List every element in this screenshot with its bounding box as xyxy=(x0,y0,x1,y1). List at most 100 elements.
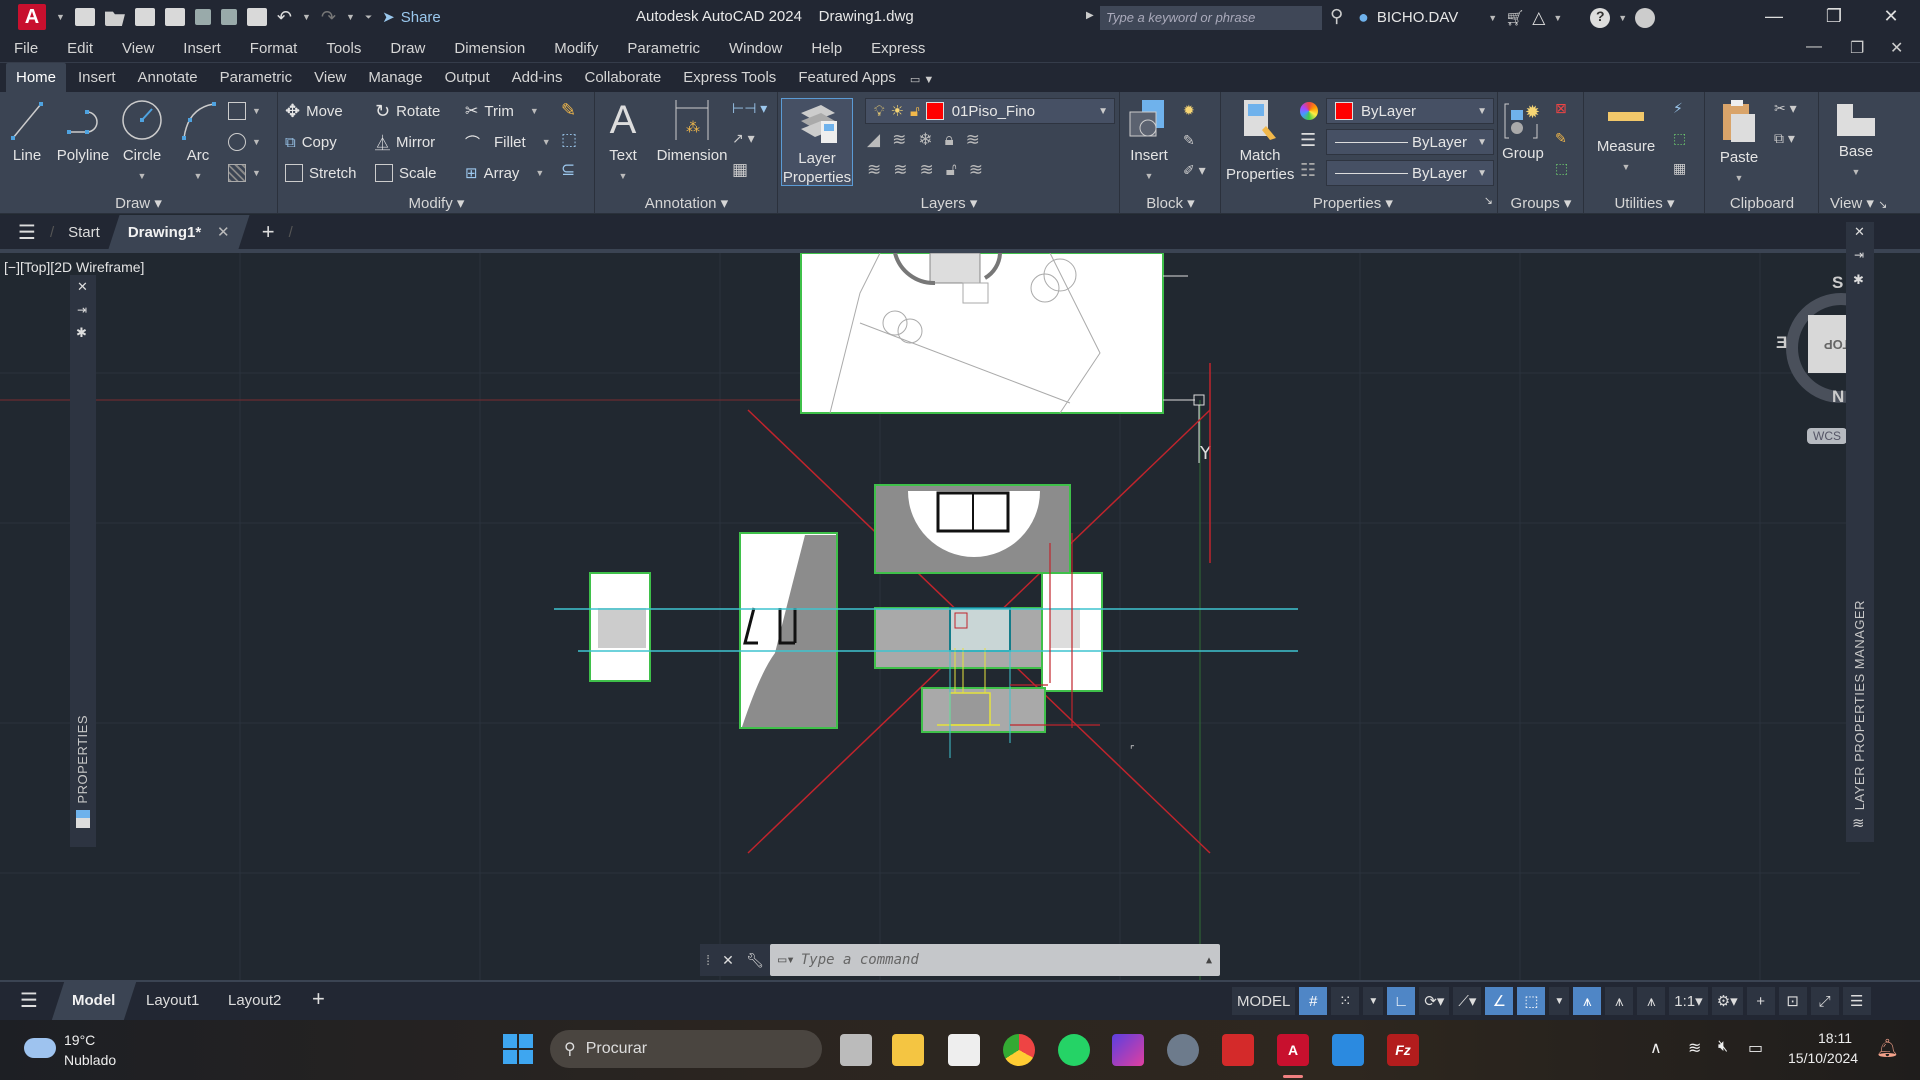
paste-button[interactable]: Paste ▼ xyxy=(1716,100,1762,188)
annotation-visibility-icon[interactable]: ⩚ xyxy=(1573,987,1602,1015)
array-button[interactable]: ⊞ Array ▼ xyxy=(465,160,544,186)
rotate-button[interactable]: ↻ Rotate xyxy=(375,98,440,124)
osnap-caret-icon[interactable]: ▼ xyxy=(1549,987,1570,1015)
autocad-app-menu-button[interactable]: A xyxy=(18,4,46,30)
isodraft-toggle-icon[interactable]: ⟋▾ xyxy=(1453,987,1482,1015)
floor-plan-center-image[interactable] xyxy=(874,607,1071,669)
layout1-tab[interactable]: Layout1 xyxy=(146,992,199,1009)
palette-close-icon[interactable]: ✕ xyxy=(77,279,88,295)
lpm-autohide-icon[interactable]: ⇥ xyxy=(1854,248,1864,262)
wcs-menu[interactable]: WCS xyxy=(1807,428,1847,444)
layer-dropdown[interactable]: 💡︎ ☀ 🔓︎ 01Piso_Fino ▼ xyxy=(865,98,1115,124)
ribbon-minimize-toggle[interactable]: ▭ ▼ xyxy=(908,67,936,92)
autodesk-a360-icon[interactable]: △ xyxy=(1532,8,1545,28)
layer-off-icon[interactable]: ◢ xyxy=(867,130,880,150)
undo-icon[interactable]: ↶ xyxy=(277,7,292,28)
file-explorer-icon[interactable] xyxy=(892,1034,924,1066)
layer-lock-icon[interactable]: 🔒︎ xyxy=(945,130,954,150)
weather-cloud-icon[interactable] xyxy=(24,1038,56,1058)
save-to-web-icon[interactable] xyxy=(220,9,237,25)
doc-minimize-button[interactable]: — xyxy=(1806,38,1822,56)
leader-icon[interactable]: ↗ ▾ xyxy=(732,130,755,147)
tab-output[interactable]: Output xyxy=(435,63,500,92)
lineweight-dropdown[interactable]: ByLayer ▼ xyxy=(1326,129,1494,155)
tab-parametric[interactable]: Parametric xyxy=(210,63,303,92)
utilities-panel-title[interactable]: Utilities ▾ xyxy=(1585,194,1704,212)
file-tabs-menu-icon[interactable]: ☰ xyxy=(18,220,36,245)
user-account[interactable]: ● BICHO.DAV ▼ 🛒︎ △ ▼ ? ▼ xyxy=(1358,7,1656,28)
menu-modify[interactable]: Modify xyxy=(554,40,598,57)
object-snap-icon[interactable]: ⬚ xyxy=(1517,987,1546,1015)
section-left-image[interactable] xyxy=(589,572,651,682)
filezilla-icon[interactable]: Fz xyxy=(1387,1034,1419,1066)
section-tall-image[interactable] xyxy=(739,532,838,729)
close-tab-icon[interactable]: ✕ xyxy=(217,223,230,241)
layer-freeze-icon[interactable]: ❄ xyxy=(918,130,932,150)
command-recent-caret-icon[interactable]: ▲ xyxy=(1206,955,1212,966)
move-button[interactable]: ✥ Move xyxy=(285,98,343,124)
explode-icon[interactable]: ⬚ xyxy=(561,130,577,150)
layer-on-all-icon[interactable]: ≋ xyxy=(867,160,881,180)
trim-button[interactable]: ✂ Trim ▼ xyxy=(465,98,539,124)
clock-time[interactable]: 18:11 xyxy=(1818,1030,1852,1046)
measure-button[interactable]: Measure ▼ xyxy=(1595,112,1657,177)
workspace-gear-icon[interactable]: ⚙▾ xyxy=(1711,987,1743,1015)
menu-file[interactable]: File xyxy=(14,40,38,57)
menu-view[interactable]: View xyxy=(122,40,154,57)
redo-icon[interactable]: ↷ xyxy=(321,7,336,28)
clock-date[interactable]: 15/10/2024 xyxy=(1788,1050,1858,1066)
feedback-icon[interactable] xyxy=(1635,7,1656,28)
viewport-controls-label[interactable]: [−][Top][2D Wireframe] xyxy=(4,259,144,275)
tab-annotate[interactable]: Annotate xyxy=(128,63,208,92)
linear-dimension-icon[interactable]: ⊢⊣ ▾ xyxy=(732,100,767,117)
start-tab[interactable]: Start xyxy=(54,224,114,241)
group-select-icon[interactable]: ⬚ xyxy=(1555,160,1568,177)
polyline-button[interactable]: Polyline xyxy=(52,100,114,165)
restore-button[interactable]: ❐ xyxy=(1814,6,1854,27)
layer-properties-manager-palette[interactable]: ✕ ⇥ ✱ LAYER PROPERTIES MANAGER ≋ xyxy=(1846,222,1874,842)
autocad-taskbar-icon[interactable]: A xyxy=(1277,1034,1309,1066)
properties-palette[interactable]: ✕ ⇥ ✱ PROPERTIES xyxy=(70,275,96,847)
menu-tools[interactable]: Tools xyxy=(326,40,361,57)
open-file-icon[interactable] xyxy=(104,11,125,26)
elevation-top-image[interactable] xyxy=(874,484,1071,574)
windows-start-icon[interactable] xyxy=(503,1034,533,1064)
menu-format[interactable]: Format xyxy=(250,40,298,57)
redo-caret-icon[interactable]: ▼ xyxy=(346,12,355,22)
snap-toggle-icon[interactable]: ⁙ xyxy=(1331,987,1360,1015)
polar-toggle-icon[interactable]: ⟳▾ xyxy=(1419,987,1450,1015)
help-search-input[interactable]: Type a keyword or phrase xyxy=(1100,6,1322,30)
edit-block-icon[interactable]: ✎ xyxy=(1183,132,1195,149)
tab-featured-apps[interactable]: Featured Apps xyxy=(788,63,906,92)
wifi-icon[interactable]: ≋ xyxy=(1688,1038,1701,1058)
select-all-icon[interactable]: ⬚ xyxy=(1673,130,1686,147)
rectangle-button[interactable]: ▼ xyxy=(228,98,261,124)
undo-caret-icon[interactable]: ▼ xyxy=(302,12,311,22)
settings-icon[interactable] xyxy=(1167,1034,1199,1066)
layer-walk-icon[interactable]: ≋ xyxy=(969,160,983,180)
tab-collaborate[interactable]: Collaborate xyxy=(574,63,671,92)
save-icon[interactable] xyxy=(134,8,155,26)
scale-button[interactable]: Scale xyxy=(375,160,437,186)
circle-button[interactable]: Circle ▼ xyxy=(120,98,164,186)
text-button[interactable]: A Text ▼ xyxy=(606,98,640,186)
modify-panel-title[interactable]: Modify ▾ xyxy=(279,194,594,212)
grid-toggle-icon[interactable]: # xyxy=(1299,987,1328,1015)
ungroup-icon[interactable]: ⊠ xyxy=(1555,100,1567,117)
snap-caret-icon[interactable]: ▼ xyxy=(1363,987,1384,1015)
ellipse-button[interactable]: ▼ xyxy=(228,129,261,155)
object-snap-tracking-icon[interactable]: ∠ xyxy=(1485,987,1514,1015)
menu-edit[interactable]: Edit xyxy=(67,40,93,57)
copy-button[interactable]: ⧉ Copy xyxy=(285,129,337,155)
a360-caret-icon[interactable]: ▼ xyxy=(1553,13,1562,23)
save-as-icon[interactable] xyxy=(164,8,185,26)
draw-panel-title[interactable]: Draw ▾ xyxy=(0,194,277,212)
view-panel-title[interactable]: View ▾ ↘ xyxy=(1820,194,1920,212)
search-expand-icon[interactable]: ▶ xyxy=(1086,10,1094,21)
open-from-web-icon[interactable] xyxy=(194,9,211,25)
mirror-button[interactable]: ⏅ Mirror xyxy=(375,129,435,155)
customize-qat-icon[interactable]: ⏷ xyxy=(365,12,372,23)
arc-button[interactable]: Arc ▼ xyxy=(176,100,220,186)
tab-express-tools[interactable]: Express Tools xyxy=(673,63,786,92)
task-view-icon[interactable] xyxy=(840,1034,872,1066)
